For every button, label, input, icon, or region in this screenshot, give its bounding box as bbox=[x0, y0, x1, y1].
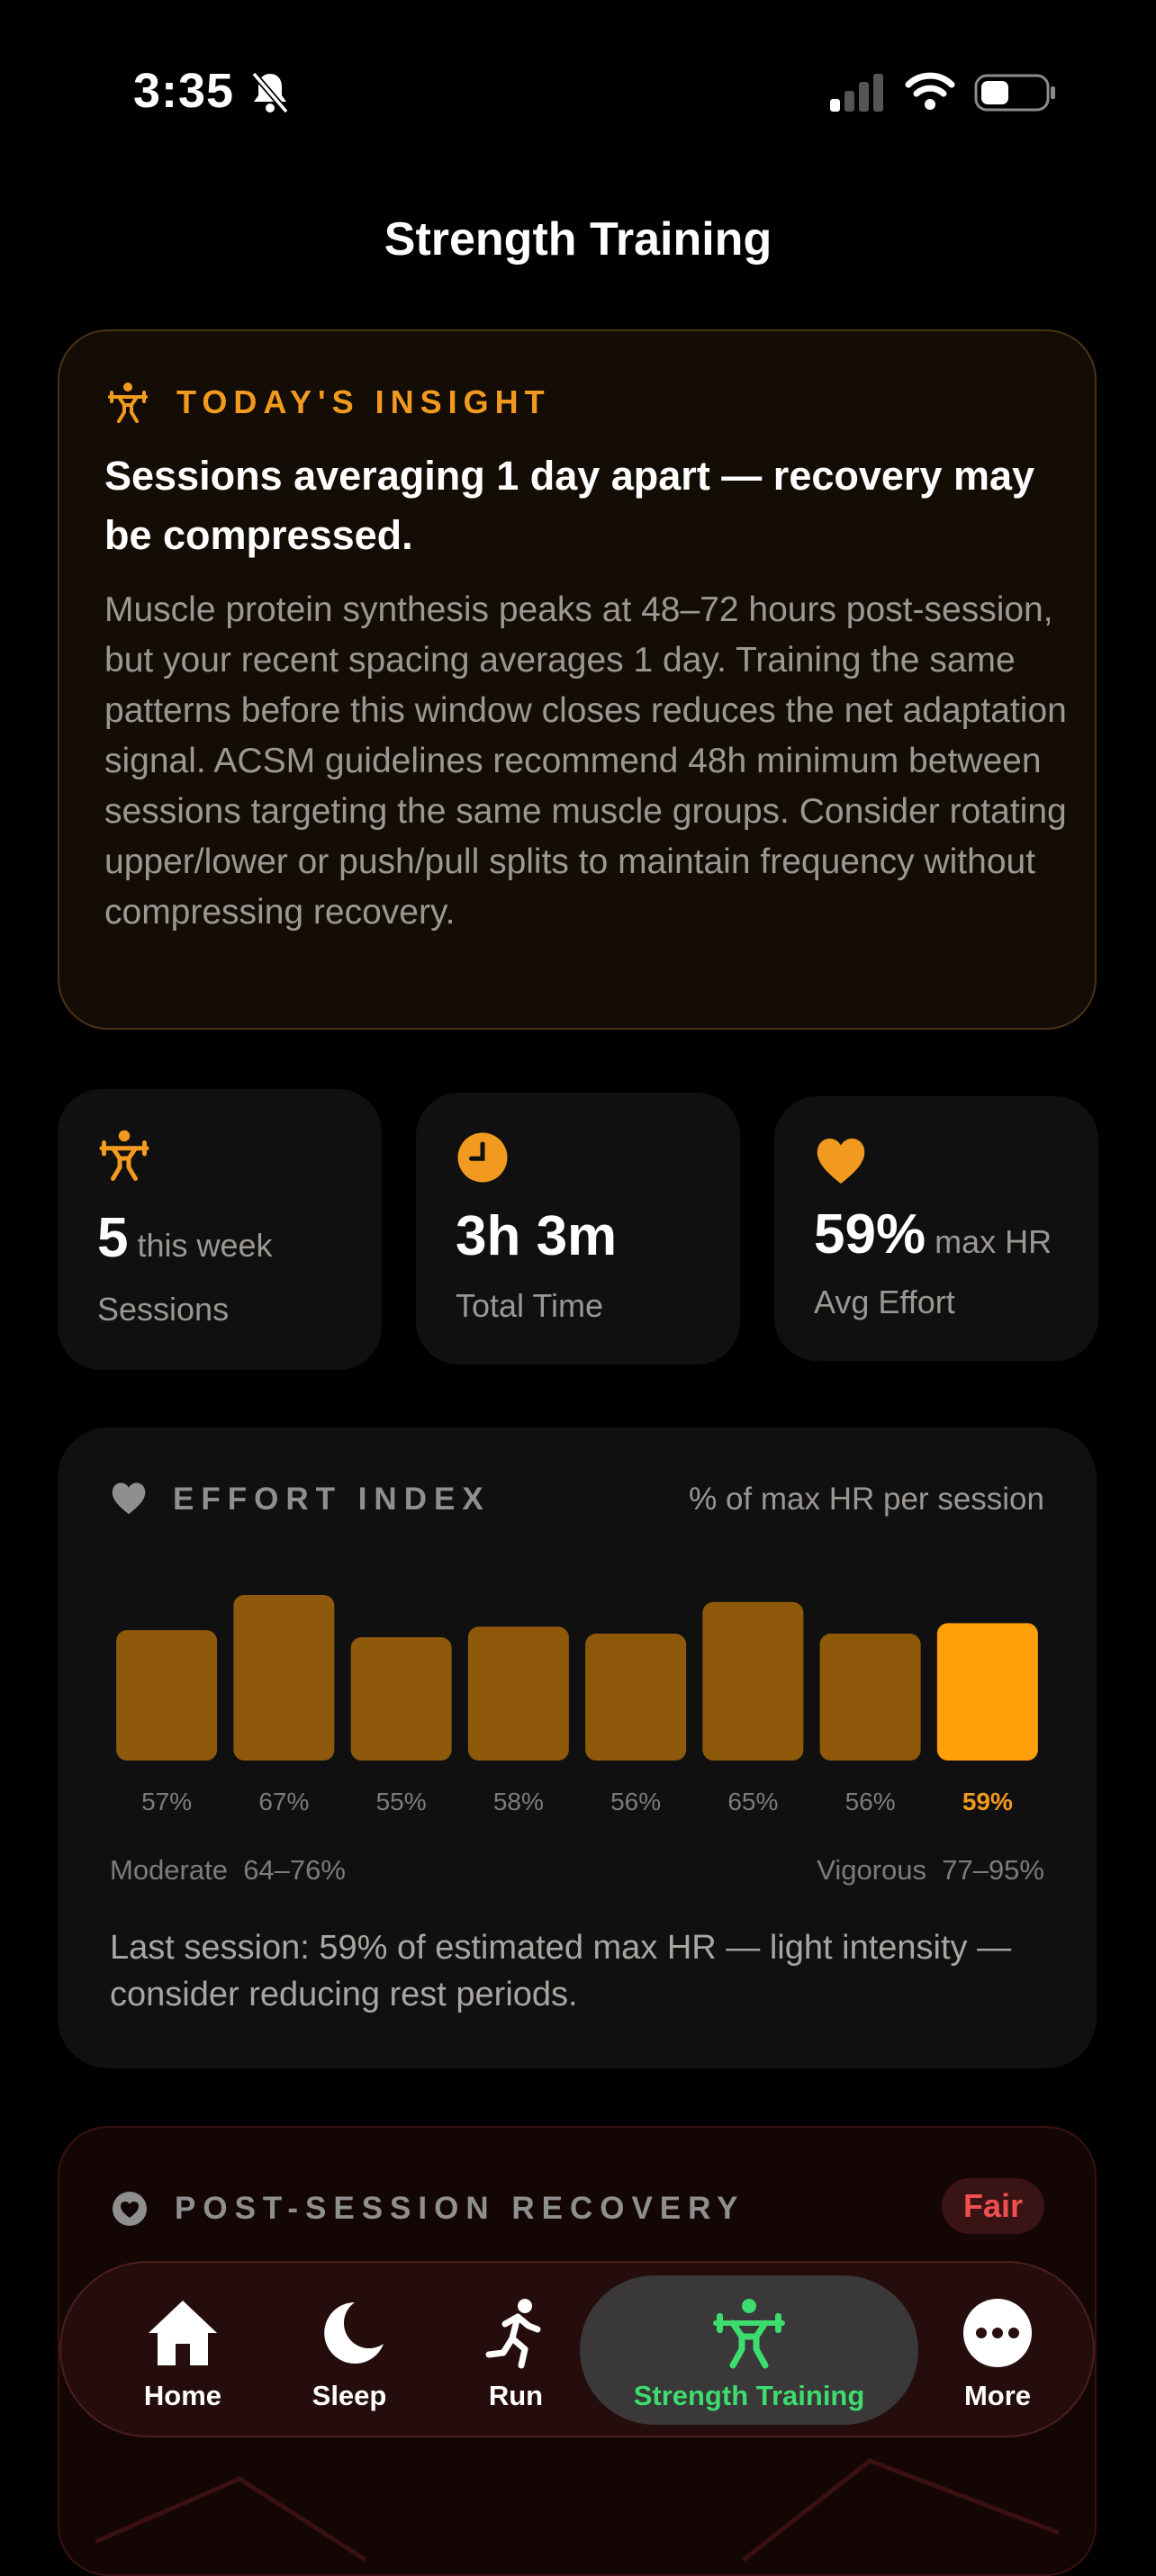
moon-icon bbox=[324, 2302, 384, 2364]
insight-card: TODAY'S INSIGHT Sessions averaging 1 day… bbox=[58, 329, 1097, 1030]
effort-bar bbox=[819, 1634, 921, 1761]
effort-bar-label: 57% bbox=[141, 1788, 193, 1815]
insight-body: Muscle protein synthesis peaks at 48–72 … bbox=[104, 590, 1067, 932]
tab-run[interactable]: Run bbox=[457, 2263, 574, 2439]
tab-strength-training-label: Strength Training bbox=[633, 2380, 865, 2411]
tab-strength-training[interactable]: Strength Training bbox=[580, 2263, 918, 2439]
heart-icon bbox=[817, 1139, 865, 1184]
effort-bar bbox=[936, 1623, 1038, 1761]
runner-icon bbox=[485, 2299, 541, 2369]
ellipsis-icon bbox=[963, 2299, 1032, 2367]
effort-index-card: EFFORT INDEX % of max HR per session 57%… bbox=[58, 1428, 1097, 2068]
legend-vigorous: Vigorous 77–95% bbox=[817, 1854, 1044, 1886]
sessions-value: 5 this week bbox=[97, 1207, 273, 1269]
effort-index-subtitle: % of max HR per session bbox=[689, 1482, 1044, 1517]
effort-note: Last session: 59% of estimated max HR — … bbox=[110, 1929, 1012, 2013]
total-time-value: 3h 3m bbox=[456, 1205, 618, 1267]
effort-bar-label: 67% bbox=[258, 1788, 310, 1815]
effort-bar-label: 56% bbox=[610, 1788, 662, 1815]
effort-bar-label: 59% bbox=[962, 1788, 1013, 1815]
effort-bar bbox=[350, 1636, 452, 1761]
insight-headline: Sessions averaging 1 day apart — recover… bbox=[104, 453, 1035, 558]
status-time: 3:35 bbox=[133, 64, 235, 118]
effort-bar-chart bbox=[116, 1594, 1038, 1761]
effort-bar bbox=[585, 1634, 687, 1761]
cellular-signal-icon bbox=[830, 74, 883, 112]
silent-bell-icon bbox=[251, 71, 289, 114]
battery-icon bbox=[974, 74, 1055, 112]
house-icon bbox=[149, 2301, 217, 2365]
clock-icon bbox=[457, 1132, 508, 1183]
tab-more-label: More bbox=[963, 2380, 1032, 2411]
effort-bar bbox=[233, 1594, 335, 1761]
avg-effort-value: 59% max HR bbox=[814, 1203, 1052, 1265]
heart-circle-icon bbox=[113, 2192, 147, 2226]
wifi-icon bbox=[905, 72, 955, 110]
effort-bar-label: 58% bbox=[492, 1788, 544, 1815]
total-time-stat-card[interactable]: 3h 3m Total Time bbox=[416, 1093, 740, 1365]
tab-sleep-label: Sleep bbox=[312, 2380, 387, 2411]
tab-home-label: Home bbox=[143, 2380, 222, 2411]
page-title: Strength Training bbox=[384, 213, 772, 266]
effort-bar bbox=[702, 1601, 804, 1761]
tab-more[interactable]: More bbox=[935, 2263, 1061, 2439]
sessions-label: Sessions bbox=[97, 1291, 230, 1328]
weightlifter-icon bbox=[713, 2299, 785, 2369]
sessions-suffix: this week bbox=[137, 1227, 273, 1264]
effort-bar-label: 56% bbox=[844, 1788, 896, 1815]
weightlifter-icon bbox=[108, 383, 148, 423]
weightlifter-icon bbox=[99, 1130, 149, 1181]
effort-bar-label: 65% bbox=[727, 1788, 779, 1815]
tab-run-label: Run bbox=[488, 2380, 544, 2411]
sessions-stat-card[interactable]: 5 this week Sessions bbox=[58, 1089, 382, 1370]
recovery-title: POST-SESSION RECOVERY bbox=[175, 2191, 745, 2226]
effort-bar-label: 55% bbox=[375, 1788, 427, 1815]
avg-effort-stat-card[interactable]: 59% max HR Avg Effort bbox=[774, 1096, 1098, 1361]
total-time-label: Total Time bbox=[456, 1287, 604, 1324]
recovery-status-badge: Fair bbox=[941, 2178, 1044, 2234]
heart-icon bbox=[112, 1482, 146, 1515]
tab-bar: Home Sleep Run Strength Training More bbox=[59, 2261, 1095, 2437]
legend-moderate: Moderate 64–76% bbox=[110, 1854, 346, 1886]
effort-bar bbox=[116, 1630, 218, 1761]
insight-kicker: TODAY'S INSIGHT bbox=[176, 383, 551, 420]
effort-index-title: EFFORT INDEX bbox=[173, 1482, 491, 1517]
tab-home[interactable]: Home bbox=[115, 2263, 250, 2439]
tab-sleep[interactable]: Sleep bbox=[286, 2263, 412, 2439]
avg-effort-label: Avg Effort bbox=[814, 1283, 955, 1320]
avg-effort-suffix: max HR bbox=[935, 1223, 1052, 1260]
effort-bar bbox=[467, 1626, 569, 1761]
